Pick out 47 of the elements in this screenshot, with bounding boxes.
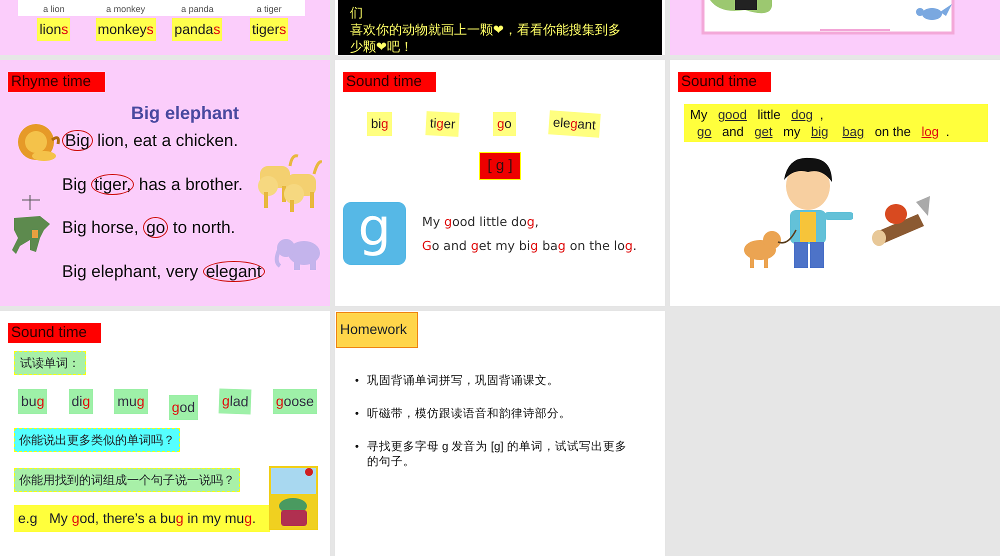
- word-card: monkeys: [96, 18, 156, 41]
- word-card: bug: [18, 389, 48, 414]
- word-card: goose: [272, 389, 317, 414]
- letter-tile: g: [343, 202, 406, 265]
- slide-heading: Sound time: [678, 72, 771, 92]
- caption: a monkey: [105, 4, 146, 14]
- rhyme-line: Big elephant, very elegant: [62, 260, 330, 284]
- word-card: god: [168, 395, 198, 420]
- question-text: 你能用找到的词组成一个句子说一说吗？: [14, 468, 240, 492]
- rhyme-line: Big tiger, has a brother.: [62, 172, 244, 196]
- slide-heading: Rhyme time: [8, 72, 106, 92]
- rhyme-line: Big horse, go to north.: [62, 216, 236, 240]
- caption: a lion: [42, 4, 66, 14]
- word-card: dig: [68, 389, 94, 414]
- word-card: pandas: [172, 18, 222, 41]
- instruction-text: 试读单词：: [14, 351, 86, 375]
- word-card: mug: [114, 389, 148, 414]
- sentence-line: My good little dog ,: [690, 106, 825, 123]
- word-card: go: [493, 112, 516, 136]
- slide-heading: Sound time: [8, 323, 101, 343]
- word-card: tigers: [250, 18, 288, 41]
- bullet-icon: •: [355, 374, 359, 389]
- list-text: 巩固背诵单词拼写，巩固背诵课文。: [366, 374, 559, 389]
- bullet-icon: •: [355, 440, 359, 470]
- rhyme-line: Big lion, eat a chicken.: [62, 129, 330, 153]
- word-card: tiger: [426, 111, 460, 136]
- slide-heading: Sound time: [343, 72, 436, 92]
- caption: a tiger: [256, 4, 283, 14]
- rhyme-line: Go and get my big bag on the log.: [422, 236, 637, 255]
- text-line: 喜欢你的动物就画上一颗❤，看看你能搜集到多: [350, 21, 622, 38]
- list-text: 寻找更多字母 g 发音为 [g] 的单词，试试写出更多的句子。: [366, 440, 628, 470]
- bullet-icon: •: [355, 407, 359, 422]
- sentence-line: go and get my big bag on the log .: [696, 123, 950, 140]
- word-card: lions: [37, 18, 70, 41]
- word-card: big: [367, 112, 392, 136]
- question-text: 你能说出更多类似的单词吗？: [14, 428, 180, 452]
- rhyme-line: My good little dog,: [422, 212, 540, 231]
- text-line: 少颗❤吧！: [350, 38, 414, 55]
- slide-title: Big elephant: [130, 102, 240, 125]
- word-card: ele g ant: [548, 110, 601, 138]
- slide-heading: Homework: [336, 312, 418, 348]
- list-text: 听磁带，模仿跟读语音和韵律诗部分。: [366, 407, 571, 422]
- example-sentence: e.g My god, there’s a bug in my mug.: [14, 505, 270, 532]
- phonetic-symbol: [ g ]: [479, 152, 521, 180]
- caption: a panda: [180, 4, 215, 14]
- text-line: 们: [350, 4, 364, 21]
- word-card: glad: [218, 388, 252, 415]
